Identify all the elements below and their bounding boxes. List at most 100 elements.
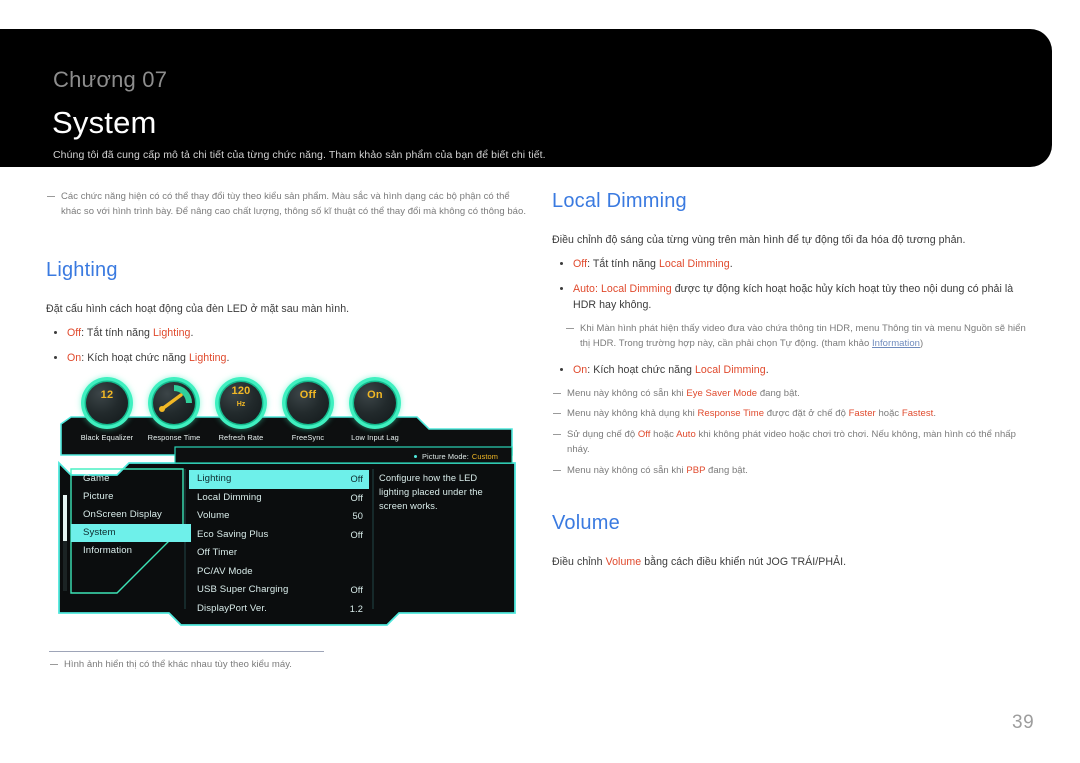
gauge-refresh-rate[interactable]: 120 Hz Refresh Rate xyxy=(215,377,267,442)
note-text: được đặt ở chế độ xyxy=(764,408,849,420)
setting-label: DisplayPort Ver. xyxy=(197,602,267,614)
note-text: Menu này không có sẵn khi xyxy=(567,464,687,476)
note-text: Sử dụng chế độ xyxy=(567,429,638,441)
note-text: Menu này không khả dụng khi xyxy=(567,408,698,420)
osd-nav-item-game[interactable]: Game xyxy=(71,470,191,488)
section-heading-lighting: Lighting xyxy=(46,259,118,282)
note-text: hoặc xyxy=(650,429,677,441)
option-key: Auto: Local Dimming xyxy=(573,282,672,295)
osd-setting-pc-av-mode[interactable]: PC/AV Mode xyxy=(189,563,369,582)
setting-value: Off xyxy=(350,492,363,503)
information-link[interactable]: Information xyxy=(872,338,920,349)
note-text: Menu này không có sẵn khi xyxy=(567,387,687,399)
note-text: đang bật. xyxy=(705,464,748,476)
note-highlight: Fastest xyxy=(901,408,934,420)
note-highlight: Off xyxy=(637,429,651,441)
osd-setting-lighting[interactable]: Lighting Off xyxy=(189,470,369,489)
option-key: On xyxy=(573,363,588,376)
option-sep: : Kích hoạt chức năng xyxy=(81,352,189,365)
osd-nav-item-picture[interactable]: Picture xyxy=(71,488,191,506)
osd-nav-item-onscreen-display[interactable]: OnScreen Display xyxy=(71,506,191,524)
setting-value: 50 xyxy=(352,511,363,521)
option-sep: : Tắt tính năng xyxy=(587,257,659,270)
osd-description-text: Configure how the LED lighting placed un… xyxy=(379,473,483,512)
gauge-freesync[interactable]: Off FreeSync xyxy=(282,377,334,442)
local-dimming-note-3: Sử dụng chế độ Off hoặc Auto khi không p… xyxy=(552,428,1038,457)
gauge-response-time[interactable]: Response Time xyxy=(148,377,200,442)
setting-value: Off xyxy=(350,529,363,540)
local-dimming-note-4: Menu này không có sẵn khi PBP đang bật. xyxy=(552,464,1038,479)
list-item: On: Kích hoạt chức năng Lighting. xyxy=(46,350,528,366)
local-dimming-note-2: Menu này không khả dụng khi Response Tim… xyxy=(552,407,1038,422)
osd-setting-displayport-ver[interactable]: DisplayPort Ver. 1.2 xyxy=(189,600,369,619)
osd-nav-list: Game Picture OnScreen Display System Inf… xyxy=(71,470,191,560)
option-key: On xyxy=(67,352,82,365)
option-sep: : Tắt tính năng xyxy=(81,327,153,340)
gauge-low-input-lag[interactable]: On Low Input Lag xyxy=(349,377,401,442)
option-term: Lighting xyxy=(152,327,191,340)
option-term: Local Dimming xyxy=(694,363,766,376)
setting-label: Off Timer xyxy=(197,547,238,558)
chapter-label: Chương 07 xyxy=(53,67,168,92)
option-key: Off xyxy=(67,327,82,340)
note-text-pre: Khi Màn hình phát hiện thấy video đưa và… xyxy=(580,323,1026,349)
local-dimming-option-list: Off: Tắt tính năng Local Dimming. Auto: … xyxy=(552,256,1038,313)
lighting-intro-text: Đặt cấu hình cách hoạt động của đèn LED … xyxy=(46,303,350,316)
osd-menu-illustration: 12 Black Equalizer Response Time 120 Hz … xyxy=(57,377,519,630)
osd-setting-volume[interactable]: Volume 50 xyxy=(189,507,369,526)
chapter-header-band: Chương 07 System Chúng tôi đã cung cấp m… xyxy=(0,29,1052,167)
volume-term: Volume xyxy=(605,556,642,569)
list-item: Auto: Local Dimming được tự động kích ho… xyxy=(552,281,1038,313)
list-item: On: Kích hoạt chức năng Local Dimming. xyxy=(552,362,1038,378)
osd-setting-eco-saving-plus[interactable]: Eco Saving Plus Off xyxy=(189,526,369,545)
gauge-value: 12 xyxy=(100,389,114,401)
list-item: Off: Tắt tính năng Lighting. xyxy=(46,325,528,341)
setting-label: PC/AV Mode xyxy=(197,565,253,577)
volume-text-pre: Điều chỉnh xyxy=(552,556,606,569)
gauge-black-equalizer[interactable]: 12 Black Equalizer xyxy=(81,377,133,442)
local-dimming-auto-note: Khi Màn hình phát hiện thấy video đưa và… xyxy=(552,322,1038,351)
note-highlight: Response Time xyxy=(697,408,765,420)
osd-nav-item-system[interactable]: System xyxy=(71,524,191,542)
list-item: Off: Tắt tính năng Local Dimming. xyxy=(552,256,1038,272)
option-tail: . xyxy=(729,257,733,270)
note-highlight: PBP xyxy=(686,464,706,476)
note-highlight: Auto xyxy=(676,429,696,441)
setting-label: USB Super Charging xyxy=(197,584,289,595)
manual-page: Chương 07 System Chúng tôi đã cung cấp m… xyxy=(0,0,1080,763)
footnote-divider xyxy=(49,651,324,652)
setting-label: Lighting xyxy=(197,473,232,484)
osd-setting-local-dimming[interactable]: Local Dimming Off xyxy=(189,489,369,508)
picture-mode-value: Custom xyxy=(471,452,498,461)
note-text: hoặc xyxy=(875,408,902,420)
setting-label: Eco Saving Plus xyxy=(197,528,269,540)
gauge-label: Low Input Lag xyxy=(351,433,399,442)
setting-label: Local Dimming xyxy=(197,491,262,503)
osd-setting-off-timer[interactable]: Off Timer xyxy=(189,544,369,563)
setting-value: Off xyxy=(350,585,363,595)
osd-picture-mode-strip: Picture Mode: Custom xyxy=(177,449,512,464)
option-term: Local Dimming xyxy=(658,257,730,270)
section-heading-local-dimming: Local Dimming xyxy=(552,190,687,212)
picture-mode-label: Picture Mode: xyxy=(422,452,469,461)
osd-setting-usb-super-charging[interactable]: USB Super Charging Off xyxy=(189,581,369,600)
chapter-subtitle: Chúng tôi đã cung cấp mô tả chi tiết của… xyxy=(53,149,546,161)
volume-intro-text: Điều chỉnh Volume bằng cách điều khiển n… xyxy=(552,555,1038,571)
osd-nav-item-information[interactable]: Information xyxy=(71,542,191,560)
osd-gauge-row: 12 Black Equalizer Response Time 120 Hz … xyxy=(81,377,411,443)
osd-settings-list: Lighting Off Local Dimming Off Volume 50… xyxy=(189,470,369,618)
lighting-option-list: Off: Tắt tính năng Lighting. On: Kích ho… xyxy=(46,325,528,366)
bullet-dot-icon xyxy=(414,455,418,458)
option-sep: : Kích hoạt chức năng xyxy=(587,363,695,376)
note-text-post: ) xyxy=(919,337,924,349)
gauge-value: On xyxy=(367,389,383,401)
gauge-needle-icon xyxy=(153,382,195,424)
footnote-text: Hình ảnh hiển thị có thể khác nhau tùy t… xyxy=(49,658,469,673)
local-dimming-note-1: Menu này không có sẵn khi Eye Saver Mode… xyxy=(552,387,1038,402)
page-title: System xyxy=(52,105,157,140)
right-column: Local Dimming Điều chỉnh độ sáng của từn… xyxy=(552,190,1038,578)
option-term: Lighting xyxy=(188,352,227,365)
page-number: 39 xyxy=(1012,712,1035,733)
option-tail: . xyxy=(765,363,769,376)
option-tail: . xyxy=(190,327,194,340)
